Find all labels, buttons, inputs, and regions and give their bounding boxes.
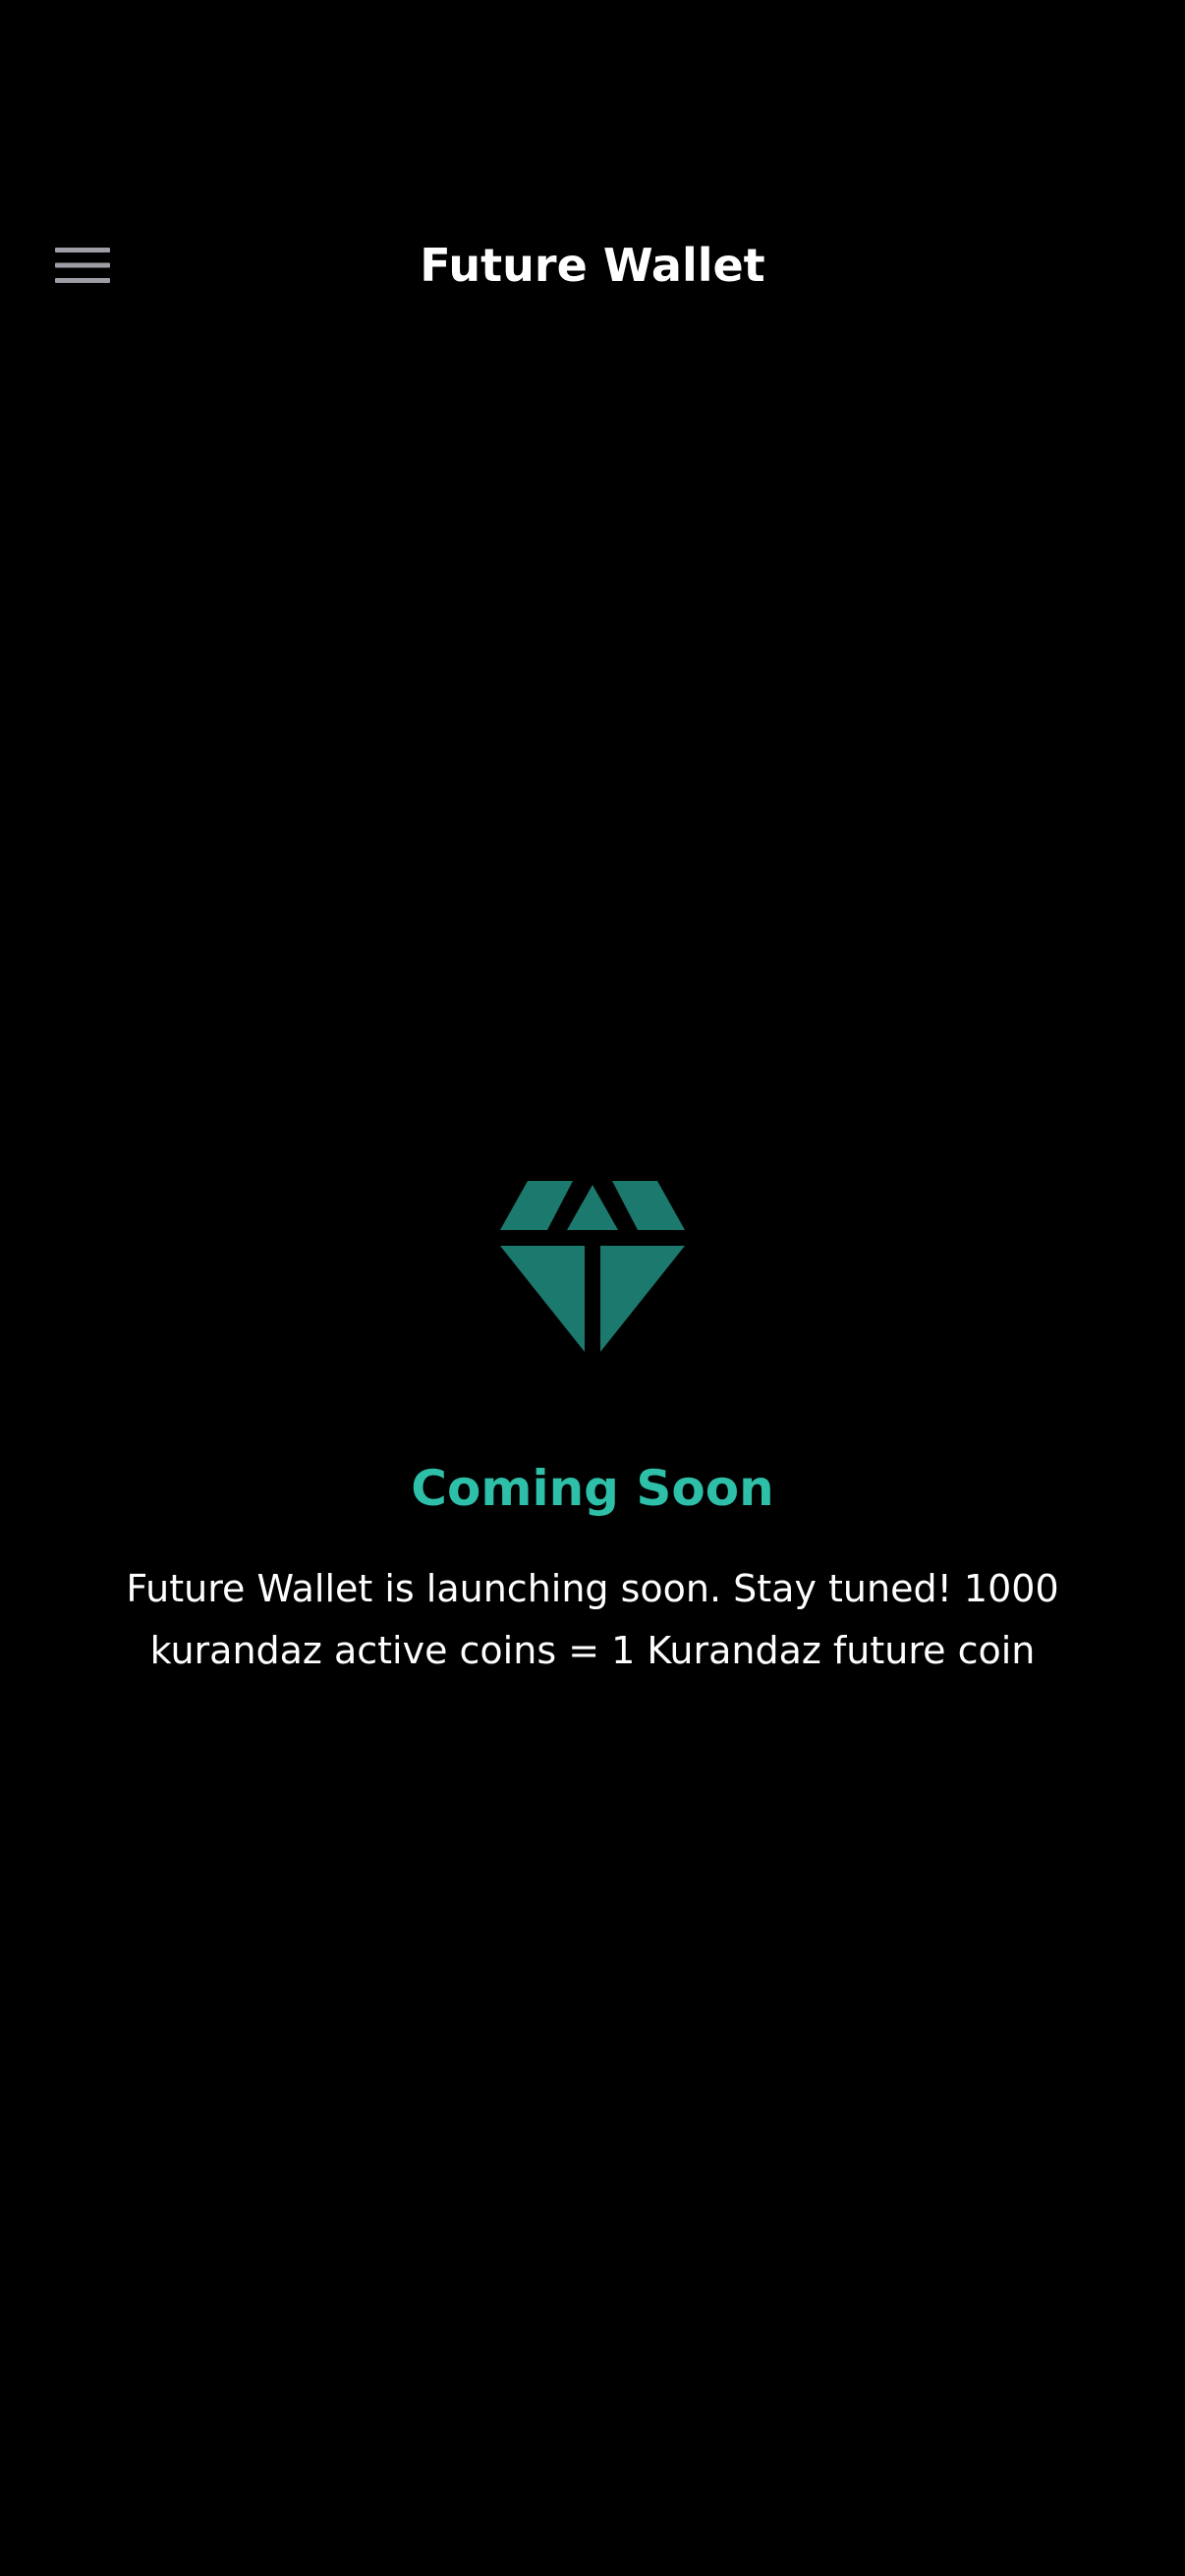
launch-message: Future Wallet is launching soon. Stay tu… bbox=[126, 1567, 1059, 1672]
app-bar: Future Wallet bbox=[0, 196, 1185, 334]
app-title: Future Wallet bbox=[420, 239, 765, 292]
coming-soon-panel: Coming Soon Future Wallet is launching s… bbox=[0, 1179, 1185, 1682]
diamond-icon bbox=[500, 1181, 685, 1352]
hamburger-menu-icon bbox=[55, 246, 110, 285]
menu-button[interactable] bbox=[39, 228, 126, 303]
coming-soon-heading: Coming Soon bbox=[411, 1460, 774, 1517]
